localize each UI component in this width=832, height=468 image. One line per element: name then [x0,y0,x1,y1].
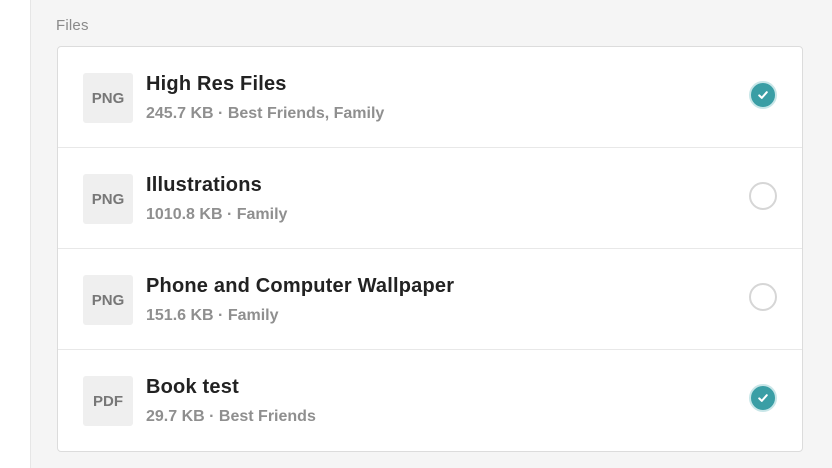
file-row[interactable]: PNG Phone and Computer Wallpaper 151.6 K… [58,249,802,350]
file-type-badge: PNG [83,275,133,325]
file-groups: Family [227,307,279,324]
file-size: 1010.8 KB [146,206,223,223]
meta-separator: · [222,206,237,223]
select-toggle[interactable] [749,384,777,412]
file-row[interactable]: PNG Illustrations 1010.8 KB · Family [58,148,802,249]
file-list: PNG High Res Files 245.7 KB · Best Frien… [57,46,803,452]
file-size: 245.7 KB [146,105,214,122]
file-name: High Res Files [146,73,287,95]
file-meta: 29.7 KB · Best Friends [146,408,316,426]
file-groups: Family [236,206,288,223]
file-type-badge: PDF [83,376,133,426]
file-groups: Best Friends [218,408,316,425]
file-name: Phone and Computer Wallpaper [146,275,455,297]
file-size: 151.6 KB [146,307,214,324]
select-toggle[interactable] [749,81,777,109]
meta-separator: · [213,105,228,122]
check-icon [758,91,768,99]
section-label: Files [56,17,89,34]
file-groups: Best Friends, Family [227,105,385,122]
file-name: Book test [146,376,239,398]
select-toggle[interactable] [749,182,777,210]
file-row[interactable]: PDF Book test 29.7 KB · Best Friends [58,350,802,451]
file-meta: 151.6 KB · Family [146,307,279,325]
file-size: 29.7 KB [146,408,205,425]
file-meta: 245.7 KB · Best Friends, Family [146,105,384,123]
file-type-badge: PNG [83,174,133,224]
file-meta: 1010.8 KB · Family [146,206,287,224]
check-icon [758,394,768,402]
meta-separator: · [204,408,219,425]
meta-separator: · [213,307,228,324]
files-panel: Files PNG High Res Files 245.7 KB · Best… [30,0,832,468]
select-toggle[interactable] [749,283,777,311]
file-type-badge: PNG [83,73,133,123]
file-name: Illustrations [146,174,262,196]
file-row[interactable]: PNG High Res Files 245.7 KB · Best Frien… [58,47,802,148]
